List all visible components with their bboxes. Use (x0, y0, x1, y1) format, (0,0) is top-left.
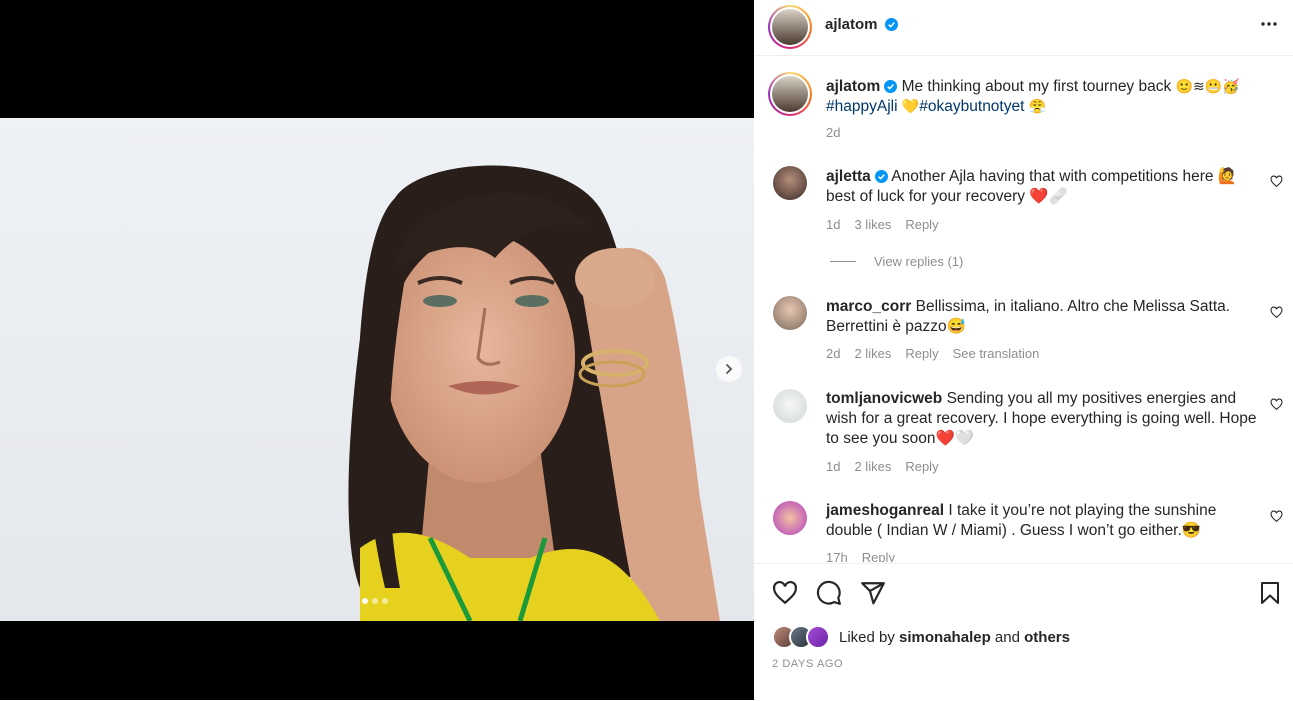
view-replies-button[interactable]: View replies (1) (830, 254, 963, 269)
carousel-dot (362, 598, 368, 604)
comment-likes[interactable]: 3 likes (854, 217, 891, 232)
caption-text: Me thinking about my first tourney back (901, 78, 1172, 95)
hashtag-link[interactable]: #happyAjli (826, 98, 898, 115)
portrait-illustration (0, 118, 754, 621)
commenter-avatar[interactable] (773, 166, 807, 200)
post-panel: ajlatom ajlatom Me thinking about my fir… (754, 0, 1293, 700)
next-image-button[interactable] (716, 356, 742, 382)
heart-emoji: 💛 (901, 99, 920, 115)
comment: tomljanovicweb Sending you all my positi… (826, 389, 1258, 449)
divider (830, 261, 856, 262)
heart-icon[interactable] (1270, 510, 1283, 523)
caption-username[interactable]: ajlatom (826, 78, 880, 95)
comment: jameshoganreal I take it you’re not play… (826, 501, 1258, 541)
comment-username[interactable]: ajletta (826, 168, 871, 185)
post-photo[interactable] (0, 118, 754, 621)
comment-username[interactable]: marco_corr (826, 298, 911, 315)
comment-username[interactable]: tomljanovicweb (826, 390, 942, 407)
liked-by-prefix: Liked by (839, 628, 895, 646)
like-heart-icon[interactable] (772, 580, 798, 606)
see-translation-button[interactable]: See translation (953, 346, 1040, 361)
carousel-dots (362, 598, 388, 604)
reply-button[interactable]: Reply (862, 550, 895, 562)
heart-icon[interactable] (1270, 306, 1283, 319)
comment-meta: 1d 3 likes Reply (826, 217, 939, 232)
heart-icon[interactable] (1270, 175, 1283, 188)
comment-age: 1d (826, 217, 841, 232)
post-header: ajlatom (754, 0, 1293, 56)
verified-badge-icon (874, 170, 888, 183)
comment-meta: 17h Reply (826, 550, 895, 562)
caption-emojis: 🙂≋😬🥳 (1175, 79, 1240, 95)
view-replies-label: View replies (1) (874, 254, 964, 269)
comments-list: ajlatom Me thinking about my first tourn… (754, 56, 1293, 562)
comment: ajletta Another Ajla having that with co… (826, 167, 1258, 207)
commenter-avatar[interactable] (773, 501, 807, 535)
post-caption: ajlatom Me thinking about my first tourn… (826, 77, 1258, 117)
comment-icon[interactable] (816, 580, 842, 606)
comment-likes[interactable]: 2 likes (854, 346, 891, 361)
caption-meta: 2d (826, 125, 840, 140)
verified-badge-icon (885, 18, 898, 31)
end-emoji: 😤 (1028, 99, 1047, 115)
reply-button[interactable]: Reply (905, 346, 938, 361)
post-timestamp: 2 DAYS AGO (772, 658, 844, 670)
heart-icon[interactable] (1270, 398, 1283, 411)
comment-meta: 2d 2 likes Reply See translation (826, 346, 1039, 361)
commenter-avatar[interactable] (773, 389, 807, 423)
reply-button[interactable]: Reply (905, 217, 938, 232)
hashtag-link[interactable]: #okaybutnotyet (919, 98, 1024, 115)
share-icon[interactable] (860, 580, 886, 606)
commenter-avatar[interactable] (773, 296, 807, 330)
comment-age: 2d (826, 346, 841, 361)
liked-by-user[interactable]: simonahalep (899, 629, 991, 646)
post-media (0, 0, 754, 700)
carousel-dot (382, 598, 388, 604)
comment-age: 17h (826, 550, 848, 562)
reply-button[interactable]: Reply (905, 459, 938, 474)
comment-username[interactable]: jameshoganreal (826, 502, 944, 519)
bookmark-icon[interactable] (1258, 580, 1282, 606)
comment: marco_corr Bellissima, in italiano. Altr… (826, 297, 1258, 337)
carousel-dot (372, 598, 378, 604)
liked-by-others[interactable]: others (1024, 629, 1070, 646)
comment-meta: 1d 2 likes Reply (826, 459, 939, 474)
liked-by-and: and (994, 628, 1020, 646)
author-avatar[interactable] (768, 5, 812, 49)
verified-badge-icon (884, 80, 898, 93)
comment-text: Another Ajla having that with competitio… (826, 168, 1238, 205)
caption-age: 2d (826, 125, 841, 140)
liked-by-text: Liked by simonahalep and others (839, 629, 1070, 646)
comment-age: 1d (826, 459, 841, 474)
caption-avatar[interactable] (768, 72, 812, 116)
chevron-right-icon (726, 364, 733, 374)
more-options-icon[interactable] (1259, 14, 1279, 34)
comment-likes[interactable]: 2 likes (854, 459, 891, 474)
author-username[interactable]: ajlatom (825, 16, 878, 33)
liked-by-row: Liked by simonahalep and others (772, 625, 1070, 649)
liker-avatar[interactable] (806, 625, 830, 649)
